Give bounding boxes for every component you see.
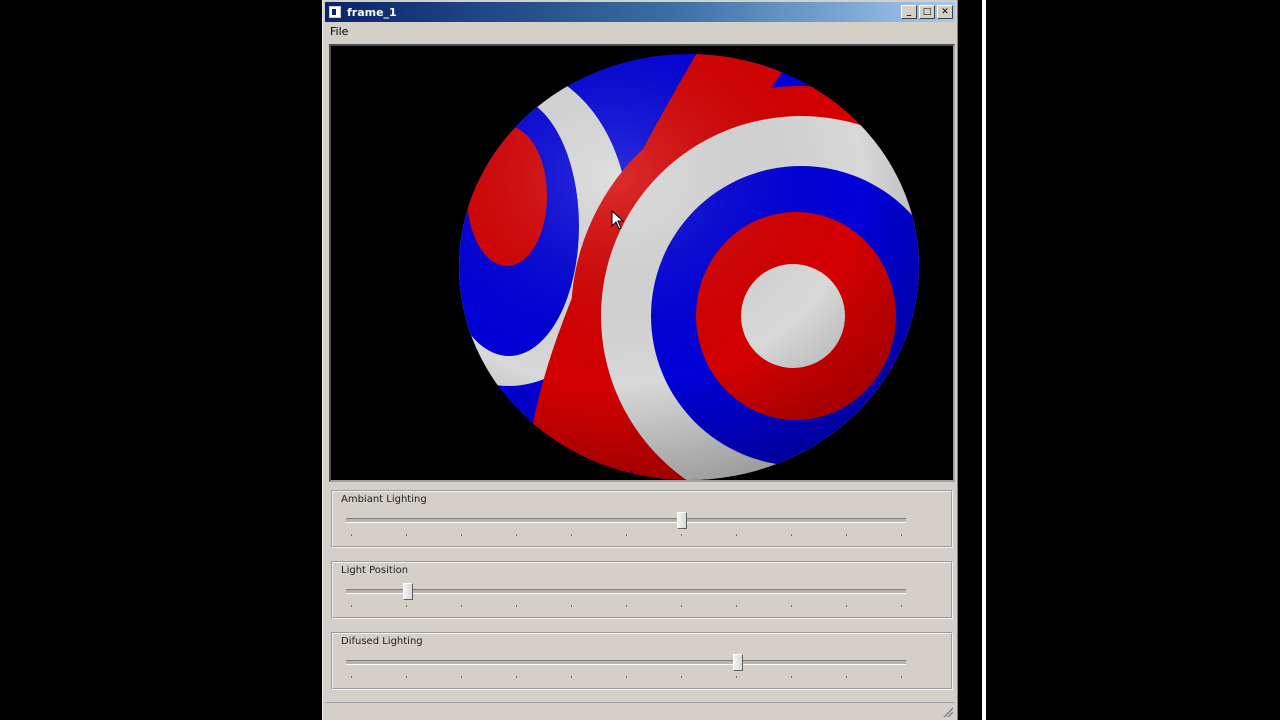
slider-tick (846, 605, 847, 607)
app-window: frame_1 _ □ ✕ File Ambiant Lighting Ligh… (322, 0, 958, 720)
diffused-lighting-slider-thumb[interactable] (733, 654, 743, 671)
slider-tick (846, 676, 847, 678)
slider-tick (901, 605, 902, 607)
resize-grip-icon[interactable] (943, 707, 953, 717)
slider-tick (571, 605, 572, 607)
cursor-arrow-icon (611, 210, 625, 230)
slider-tick (736, 534, 737, 536)
light-position-group: Light Position (331, 561, 953, 619)
slider-tick (461, 534, 462, 536)
ambient-lighting-slider-thumb[interactable] (677, 512, 687, 529)
slider-tick (736, 605, 737, 607)
slider-tick (571, 676, 572, 678)
sphere-render (459, 54, 919, 480)
slider-tick (791, 534, 792, 536)
light-position-track[interactable] (346, 589, 906, 594)
window-controls: _ □ ✕ (901, 5, 953, 19)
slider-tick (461, 605, 462, 607)
slider-tick (791, 605, 792, 607)
slider-tick (681, 676, 682, 678)
sphere (459, 54, 919, 480)
diffused-lighting-label: Difused Lighting (341, 636, 423, 647)
slider-tick (791, 676, 792, 678)
slider-tick (351, 676, 352, 678)
title-bar[interactable]: frame_1 _ □ ✕ (325, 2, 955, 22)
slider-tick (516, 676, 517, 678)
app-icon[interactable] (329, 6, 341, 18)
slider-tick (406, 534, 407, 536)
slider-tick (351, 534, 352, 536)
slider-tick (681, 534, 682, 536)
slider-tick (351, 605, 352, 607)
diffused-lighting-group: Difused Lighting (331, 632, 953, 690)
light-position-slider-thumb[interactable] (402, 583, 413, 600)
slider-tick (516, 534, 517, 536)
minimize-button[interactable]: _ (901, 5, 917, 19)
slider-tick (626, 676, 627, 678)
close-button[interactable]: ✕ (937, 5, 953, 19)
menu-file[interactable]: File (325, 25, 353, 38)
diffused-lighting-track[interactable] (346, 660, 906, 665)
slider-tick (516, 605, 517, 607)
menu-bar: File (325, 22, 955, 40)
ambient-lighting-group: Ambiant Lighting (331, 490, 953, 548)
slider-tick (626, 605, 627, 607)
window-title: frame_1 (347, 5, 397, 19)
slider-tick (901, 676, 902, 678)
slider-tick (571, 534, 572, 536)
screen-edge (982, 0, 986, 720)
slider-tick (406, 676, 407, 678)
ambient-lighting-track[interactable] (346, 518, 906, 523)
slider-tick (736, 676, 737, 678)
slider-tick (406, 605, 407, 607)
slider-tick (901, 534, 902, 536)
render-canvas[interactable] (329, 44, 955, 482)
status-bar (325, 702, 955, 719)
maximize-button[interactable]: □ (919, 5, 935, 19)
ambient-lighting-label: Ambiant Lighting (341, 494, 427, 505)
slider-tick (626, 534, 627, 536)
slider-tick (461, 676, 462, 678)
light-position-label: Light Position (341, 565, 409, 576)
slider-tick (681, 605, 682, 607)
slider-tick (846, 534, 847, 536)
